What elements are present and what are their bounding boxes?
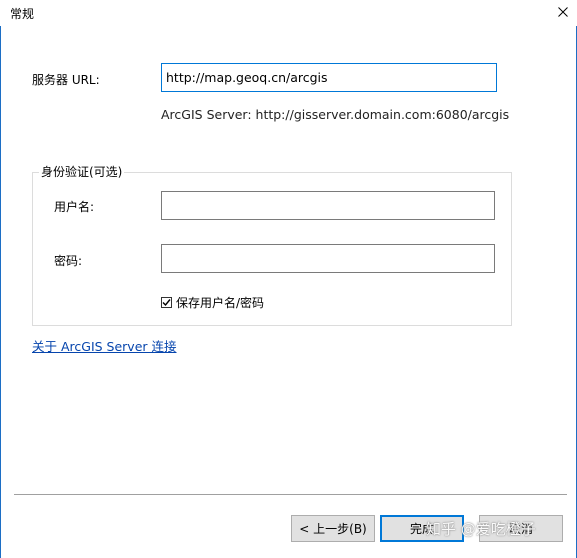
footer-separator	[14, 494, 567, 496]
save-credentials-label: 保存用户名/密码	[176, 296, 265, 310]
password-label: 密码:	[54, 254, 83, 268]
window-title: 常规	[10, 7, 35, 21]
close-button[interactable]	[550, 1, 576, 25]
watermark-text: 知乎 @爱吃橙子	[426, 520, 536, 538]
auth-group-title: 身份验证(可选)	[39, 163, 125, 180]
save-credentials-row[interactable]: 保存用户名/密码	[161, 294, 264, 311]
server-url-input[interactable]: http://map.geoq.cn/arcgis	[161, 63, 497, 92]
username-label: 用户名:	[54, 200, 95, 214]
title-bar	[0, 0, 577, 26]
server-url-example: ArcGIS Server: http://gisserver.domain.c…	[161, 107, 510, 122]
about-arcgis-server-link[interactable]: 关于 ArcGIS Server 连接	[32, 336, 177, 355]
checkmark-icon	[162, 299, 171, 307]
close-icon	[558, 6, 568, 20]
password-input[interactable]	[161, 244, 495, 273]
window-border-left	[0, 26, 1, 558]
username-input[interactable]	[161, 191, 495, 220]
back-button[interactable]: < 上一步(B)	[291, 515, 375, 542]
server-url-label: 服务器 URL:	[32, 73, 100, 87]
save-credentials-checkbox[interactable]	[161, 297, 172, 308]
